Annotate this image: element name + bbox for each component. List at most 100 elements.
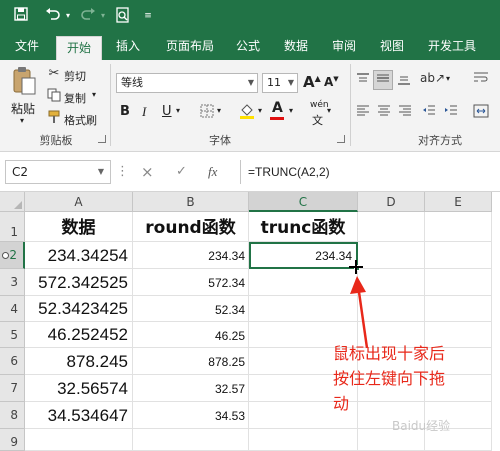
column-header-c[interactable]: C [249, 192, 358, 212]
cell-a4[interactable]: 52.3423425 [25, 296, 133, 322]
name-box[interactable]: C2 ▼ [5, 160, 111, 184]
cell-c9[interactable] [249, 429, 358, 451]
align-bottom-icon[interactable] [395, 72, 413, 91]
row-header-7[interactable]: 7 [0, 375, 25, 402]
cell-b7[interactable]: 32.57 [133, 375, 249, 402]
cell-a9[interactable] [25, 429, 133, 451]
tab-formulas[interactable]: 公式 [228, 32, 268, 60]
cell-b9[interactable] [133, 429, 249, 451]
phonetic-button[interactable]: wén [310, 100, 329, 110]
phonetic-dropdown-icon[interactable]: ▾ [327, 106, 331, 115]
cell-c3[interactable] [249, 269, 358, 296]
paste-icon[interactable] [10, 66, 38, 101]
merge-center-icon[interactable] [470, 104, 492, 123]
undo-dropdown-icon[interactable]: ▾ [63, 7, 73, 25]
align-right-icon[interactable] [396, 104, 414, 123]
font-name-select[interactable]: 等线 ▼ [116, 73, 258, 93]
cell-d2[interactable] [358, 242, 425, 269]
formula-input[interactable]: =TRUNC(A2,2) [240, 160, 500, 184]
cell-d1[interactable] [358, 212, 425, 242]
cell-b3[interactable]: 572.34 [133, 269, 249, 296]
increase-indent-icon[interactable] [442, 104, 460, 123]
cancel-icon[interactable]: × [141, 164, 154, 180]
tab-review[interactable]: 审阅 [324, 32, 364, 60]
cell-a5[interactable]: 46.252452 [25, 322, 133, 348]
cell-a8[interactable]: 34.534647 [25, 402, 133, 429]
copy-dropdown-icon[interactable]: ▾ [92, 90, 96, 99]
cell-e2[interactable] [425, 242, 492, 269]
row-header-1[interactable]: 1 [0, 212, 25, 242]
cell-a3[interactable]: 572.342525 [25, 269, 133, 296]
select-all-button[interactable] [0, 192, 25, 212]
paste-label[interactable]: 粘贴 [11, 100, 35, 117]
font-launcher-icon[interactable] [337, 135, 345, 143]
align-left-icon[interactable] [354, 104, 372, 123]
font-color-button[interactable]: A [272, 100, 283, 116]
redo-icon[interactable] [79, 7, 97, 26]
column-header-b[interactable]: B [133, 192, 249, 212]
copy-icon[interactable] [46, 88, 62, 107]
customize-qat-icon[interactable]: ≡ [142, 7, 154, 25]
fill-color-dropdown-icon[interactable]: ▾ [258, 106, 262, 115]
cell-b5[interactable]: 46.25 [133, 322, 249, 348]
row-header-8[interactable]: 8 [0, 402, 25, 429]
cell-c4[interactable] [249, 296, 358, 322]
format-painter-button[interactable]: 格式刷 [64, 112, 97, 128]
borders-dropdown-icon[interactable]: ▾ [217, 106, 221, 115]
align-top-icon[interactable] [354, 72, 372, 91]
underline-dropdown-icon[interactable]: ▾ [176, 106, 180, 115]
cell-a6[interactable]: 878.245 [25, 348, 133, 375]
undo-icon[interactable] [44, 7, 62, 26]
cell-b8[interactable]: 34.53 [133, 402, 249, 429]
tab-page-layout[interactable]: 页面布局 [158, 32, 222, 60]
print-preview-icon[interactable] [114, 7, 132, 28]
align-center-icon[interactable] [375, 104, 393, 123]
row-header-4[interactable]: 4 [0, 296, 25, 322]
orientation-icon[interactable]: ab↗ [420, 70, 445, 86]
copy-button[interactable]: 复制 [64, 90, 86, 106]
grow-font-button[interactable]: A▲ [303, 73, 321, 91]
font-size-select[interactable]: 11 ▼ [262, 73, 298, 93]
cell-a1[interactable]: 数据 [25, 212, 133, 242]
paste-dropdown-icon[interactable]: ▾ [20, 116, 24, 125]
format-painter-icon[interactable] [46, 110, 62, 129]
decrease-indent-icon[interactable] [420, 104, 438, 123]
redo-dropdown-icon[interactable]: ▾ [98, 7, 108, 25]
shrink-font-button[interactable]: A▼ [324, 75, 339, 89]
clipboard-launcher-icon[interactable] [98, 135, 106, 143]
cell-b6[interactable]: 878.25 [133, 348, 249, 375]
tab-insert[interactable]: 插入 [108, 32, 148, 60]
tab-developer[interactable]: 开发工具 [420, 32, 484, 60]
cell-b1[interactable]: round函数 [133, 212, 249, 242]
column-header-a[interactable]: A [25, 192, 133, 212]
insert-function-icon[interactable]: fx [208, 164, 217, 180]
enter-icon[interactable]: ✓ [176, 164, 187, 180]
cell-a7[interactable]: 32.56574 [25, 375, 133, 402]
column-header-d[interactable]: D [358, 192, 425, 212]
tab-file[interactable]: 文件 [6, 32, 48, 60]
cell-e3[interactable] [425, 269, 492, 296]
save-icon[interactable] [12, 7, 30, 26]
underline-button[interactable]: U [162, 104, 172, 119]
row-header-9[interactable]: 9 [0, 429, 25, 451]
borders-icon[interactable] [198, 104, 216, 123]
italic-button[interactable]: I [142, 104, 146, 120]
cell-b2[interactable]: 234.34 [133, 242, 249, 269]
cell-b4[interactable]: 52.34 [133, 296, 249, 322]
align-middle-icon[interactable] [373, 70, 393, 90]
bold-button[interactable]: B [120, 104, 130, 119]
tab-home[interactable]: 开始 [56, 36, 102, 60]
cell-e4[interactable] [425, 296, 492, 322]
row-header-5[interactable]: 5 [0, 322, 25, 348]
scissors-icon[interactable]: ✂ [46, 66, 62, 82]
tab-view[interactable]: 视图 [372, 32, 412, 60]
row-header-6[interactable]: 6 [0, 348, 25, 375]
fill-color-icon[interactable] [238, 102, 256, 125]
cut-button[interactable]: 剪切 [64, 68, 86, 84]
font-color-dropdown-icon[interactable]: ▾ [289, 106, 293, 115]
cell-e1[interactable] [425, 212, 492, 242]
column-header-e[interactable]: E [425, 192, 492, 212]
row-header-3[interactable]: 3 [0, 269, 25, 296]
wrap-text-icon[interactable] [470, 70, 492, 89]
cell-a2[interactable]: 234.34254 [25, 242, 133, 269]
